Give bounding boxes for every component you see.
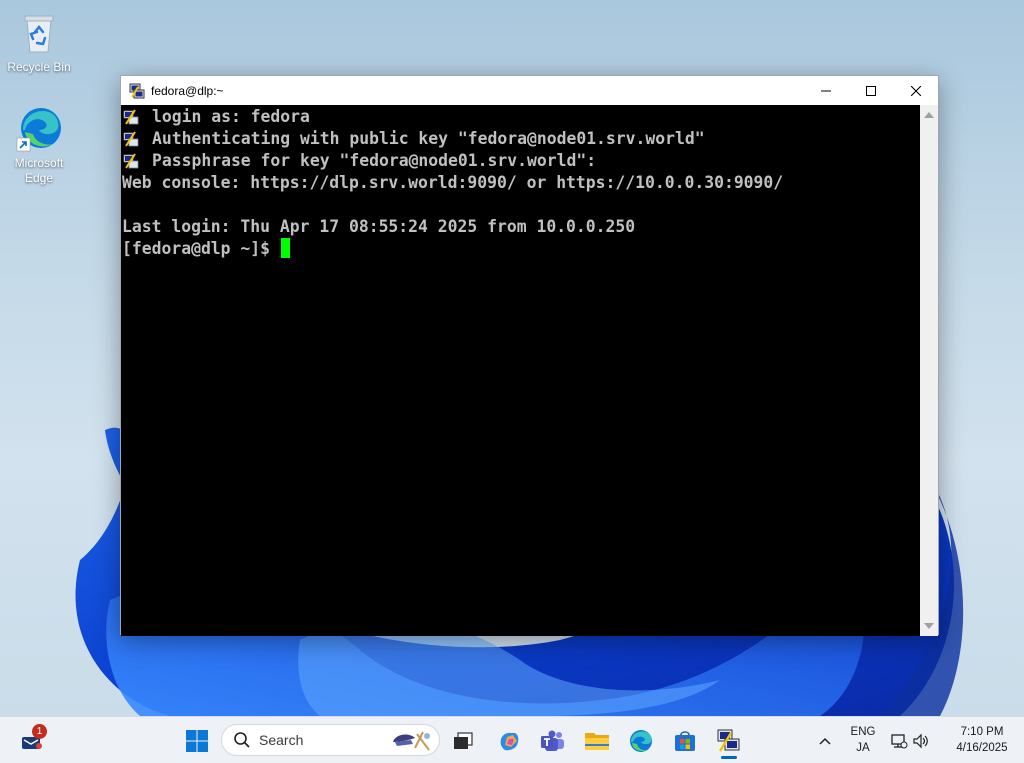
input-language-indicator[interactable]: ENG JA — [845, 724, 881, 756]
task-view-icon — [454, 732, 473, 749]
file-explorer-icon — [585, 733, 609, 750]
network-icon — [891, 734, 908, 749]
ime-label: JA — [856, 742, 870, 754]
teams-button[interactable] — [537, 725, 569, 757]
terminal-line: Last login: Thu Apr 17 08:55:24 2025 fro… — [122, 217, 636, 236]
teams-icon — [541, 730, 564, 751]
minimize-icon — [820, 90, 831, 91]
edge-icon — [630, 730, 652, 752]
widgets-button[interactable]: 1 — [16, 724, 48, 757]
close-button[interactable] — [893, 76, 938, 105]
title-bar[interactable]: fedora@dlp:~ — [121, 76, 938, 105]
file-explorer-button[interactable] — [581, 725, 613, 757]
search-box[interactable]: Search — [221, 724, 440, 756]
start-icon — [186, 730, 208, 752]
key-icon — [123, 131, 139, 147]
language-label: ENG — [850, 726, 876, 738]
terminal-cursor — [280, 238, 290, 258]
scroll-down-arrow-icon[interactable] — [924, 623, 934, 629]
terminal-line: Authenticating with public key "fedora@n… — [152, 129, 705, 148]
terminal-line: Passphrase for key "fedora@node01.srv.wo… — [152, 151, 597, 170]
edge-taskbar-button[interactable] — [625, 725, 657, 757]
store-icon — [675, 731, 695, 751]
search-highlight-icon — [393, 731, 430, 751]
putty-taskbar-button[interactable] — [713, 725, 745, 757]
window-title: fedora@dlp:~ — [151, 83, 224, 98]
edge-label: Microsoft Edge — [14, 156, 64, 185]
clock-time: 7:10 PM — [960, 726, 1004, 738]
putty-icon — [129, 83, 145, 98]
maximize-button[interactable] — [848, 76, 893, 105]
show-hidden-icons-button[interactable] — [809, 725, 841, 757]
taskbar: 1 Search ENG JA 7:10 PM 4/16/2025 — [0, 716, 1024, 763]
copilot-icon — [500, 732, 519, 751]
notification-badge: 1 — [32, 724, 47, 739]
search-placeholder: Search — [259, 732, 304, 748]
search-icon — [234, 732, 250, 748]
network-volume-button[interactable] — [887, 725, 933, 757]
minimize-button[interactable] — [803, 76, 848, 105]
key-icon — [123, 109, 139, 125]
edge-icon — [15, 104, 63, 152]
scroll-up-arrow-icon[interactable] — [924, 112, 934, 118]
putty-window: fedora@dlp:~ login as: fedora Authentica… — [120, 75, 939, 636]
terminal-prompt-line: [fedora@dlp ~]$ — [122, 238, 290, 260]
shell-prompt: [fedora@dlp ~]$ — [122, 239, 280, 258]
clock[interactable]: 7:10 PM 4/16/2025 — [944, 724, 1020, 756]
vertical-scrollbar[interactable] — [920, 105, 938, 636]
putty-icon — [717, 729, 740, 752]
clock-date: 4/16/2025 — [956, 742, 1008, 754]
recycle-bin-shortcut[interactable]: Recycle Bin — [3, 8, 75, 75]
store-button[interactable] — [669, 725, 701, 757]
copilot-button[interactable] — [493, 725, 525, 757]
recycle-bin-icon — [15, 8, 63, 56]
active-app-indicator — [721, 756, 737, 759]
terminal-line: login as: fedora — [152, 107, 310, 126]
chevron-up-icon — [819, 737, 831, 745]
edge-shortcut[interactable]: Microsoft Edge — [3, 104, 75, 186]
terminal-output[interactable]: login as: fedora Authenticating with pub… — [121, 105, 922, 636]
close-icon — [910, 85, 921, 96]
maximize-icon — [865, 85, 876, 96]
start-button[interactable] — [181, 725, 213, 757]
volume-icon — [913, 733, 928, 749]
terminal-line: Web console: https://dlp.srv.world:9090/… — [122, 173, 784, 192]
recycle-bin-label: Recycle Bin — [7, 60, 71, 74]
key-icon — [123, 153, 139, 169]
task-view-button[interactable] — [447, 725, 479, 757]
